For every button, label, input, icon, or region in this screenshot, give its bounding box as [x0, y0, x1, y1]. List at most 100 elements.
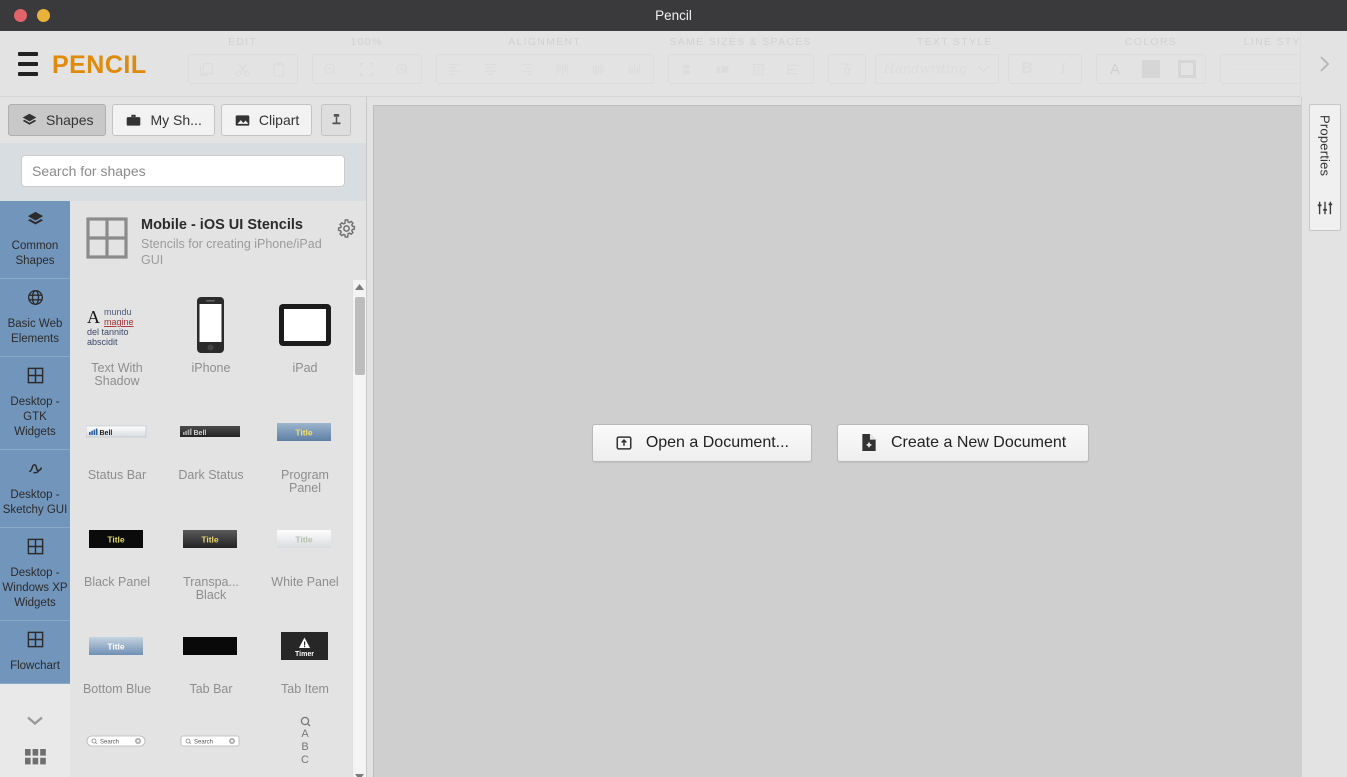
briefcase-icon [125, 112, 142, 129]
category-item-flowchart[interactable]: Flowchart [0, 621, 70, 684]
category-item-basic-web-elements[interactable]: Basic Web Elements [0, 279, 70, 357]
shape-thumbnail: Title [183, 508, 239, 570]
italic-button[interactable]: I [1045, 55, 1081, 83]
shape-item-bottom-blue[interactable]: Title Bottom Blue [70, 607, 164, 702]
italic-label: I [1060, 60, 1066, 77]
scrollbar-thumb[interactable] [355, 297, 365, 375]
shape-item-ipad[interactable]: iPad [258, 286, 352, 393]
align-center-button[interactable] [473, 55, 509, 83]
category-item-desktop-sketchy-gui[interactable]: Desktop - Sketchy GUI [0, 450, 70, 528]
start-actions: Open a Document... Create a New Document [591, 423, 1090, 462]
globe-icon [2, 288, 68, 312]
svg-text:Search: Search [194, 739, 213, 745]
shape-thumbnail [183, 615, 239, 677]
gear-icon[interactable] [337, 217, 356, 243]
shape-label: Tab Bar [189, 682, 233, 696]
open-document-button[interactable]: Open a Document... [591, 423, 812, 462]
chevron-down-icon [977, 62, 990, 77]
bold-label: B [1021, 60, 1033, 77]
align-top-button[interactable] [545, 55, 581, 83]
scrollbar-track[interactable] [353, 293, 366, 771]
pin-icon[interactable] [321, 104, 352, 136]
zoom-in-button[interactable] [385, 55, 421, 83]
fill-color-button[interactable] [1133, 55, 1169, 83]
collection-body: Common Shapes Basic Web Elements Desktop… [0, 201, 366, 777]
text-color-button[interactable]: A [1097, 55, 1133, 83]
shape-thumbnail: Title [89, 615, 145, 677]
align-bottom-button[interactable] [617, 55, 653, 83]
shape-item-tab-item[interactable]: Timer Tab Item [258, 607, 352, 702]
font-family-select[interactable]: Handwriting [876, 55, 998, 83]
tab-my-shapes[interactable]: My Sh... [112, 104, 215, 136]
svg-text:Title: Title [107, 642, 125, 652]
toolbar-expand-button[interactable] [1300, 31, 1347, 97]
shape-item-search-field-rounded[interactable]: Search [70, 702, 164, 777]
distribute-vertical-button[interactable] [777, 55, 813, 83]
copy-button[interactable] [189, 55, 225, 83]
svg-text:Title: Title [295, 428, 313, 438]
svg-text:C: C [301, 754, 309, 766]
group-label-text-style: TEXT STYLE [916, 36, 993, 48]
layers-icon [21, 112, 38, 129]
distribute-horizontal-button[interactable] [741, 55, 777, 83]
pencil-application: Pencil PENCIL EDIT 100% ALIGNMENT SAME S… [0, 0, 1347, 777]
align-middle-button[interactable] [581, 55, 617, 83]
paint-format-icon[interactable] [829, 55, 865, 83]
shape-item-transparent-black[interactable]: Title Transpa... Black [164, 500, 258, 607]
window-title: Pencil [655, 8, 692, 23]
category-item-desktop-gtk-widgets[interactable]: Desktop - GTK Widgets [0, 357, 70, 450]
grid-apps-icon[interactable] [24, 748, 46, 770]
align-right-button[interactable] [509, 55, 545, 83]
category-label: Flowchart [10, 660, 60, 672]
scroll-down-arrow-icon[interactable] [355, 771, 364, 777]
create-new-document-button[interactable]: Create a New Document [837, 423, 1090, 462]
shape-item-index-list[interactable]: A B C [258, 702, 352, 777]
shape-item-tab-bar[interactable]: Tab Bar [164, 607, 258, 702]
tab-clipart[interactable]: Clipart [220, 104, 313, 136]
svg-text:mundu: mundu [104, 307, 132, 317]
shape-item-program-panel[interactable]: Title Program Panel [258, 393, 352, 500]
same-height-button[interactable] [669, 55, 705, 83]
zoom-fit-button[interactable] [349, 55, 385, 83]
shape-label: Bottom Blue [82, 682, 152, 696]
search-input[interactable] [21, 155, 345, 187]
tab-shapes-label: Shapes [46, 112, 94, 128]
properties-panel-tab[interactable]: Properties [1309, 104, 1341, 231]
shape-item-text-with-shadow[interactable]: A mundu magine del tannito abscidit Text… [70, 286, 164, 393]
app-body: Shapes My Sh... Clipart Search for shape… [0, 97, 1347, 777]
collection-header: Mobile - iOS UI Stencils Stencils for cr… [70, 201, 366, 280]
shape-list-scrollbar[interactable] [352, 280, 366, 777]
shape-item-white-panel[interactable]: Title White Panel [258, 500, 352, 607]
category-rail-footer [0, 710, 70, 777]
cut-button[interactable] [225, 55, 261, 83]
tab-shapes[interactable]: Shapes [8, 104, 107, 136]
same-width-button[interactable] [705, 55, 741, 83]
filled-square-icon [1142, 60, 1160, 78]
canvas-area: Open a Document... Create a New Document [367, 97, 1347, 777]
hamburger-icon[interactable] [18, 52, 38, 76]
shape-item-search-field-square[interactable]: Search [164, 702, 258, 777]
shape-label: White Panel [271, 575, 339, 589]
chevron-down-icon[interactable] [25, 711, 45, 731]
tab-clipart-label: Clipart [258, 112, 300, 128]
paste-button[interactable] [261, 55, 297, 83]
shape-item-black-panel[interactable]: Title Black Panel [70, 500, 164, 607]
group-label-zoom: 100% [350, 36, 383, 48]
svg-text:Title: Title [107, 535, 125, 545]
grid-icon [2, 537, 68, 561]
zoom-out-button[interactable] [313, 55, 349, 83]
toolbar-group-same-sizes: SAME SIZES & SPACES [661, 36, 821, 96]
shape-item-status-bar[interactable]: Bell Status Bar [70, 393, 164, 500]
align-left-button[interactable] [437, 55, 473, 83]
document-canvas[interactable]: Open a Document... Create a New Document [373, 105, 1307, 777]
scroll-up-arrow-icon[interactable] [355, 280, 364, 293]
shape-item-dark-status[interactable]: Bell Dark Status [164, 393, 258, 500]
bold-button[interactable]: B [1009, 55, 1045, 83]
category-item-common-shapes[interactable]: Common Shapes [0, 201, 70, 279]
stroke-color-button[interactable] [1169, 55, 1205, 83]
shape-item-iphone[interactable]: iPhone [164, 286, 258, 393]
layers-icon [2, 210, 68, 234]
shape-thumbnail: Search [180, 710, 242, 772]
category-item-desktop-windows-xp-widgets[interactable]: Desktop - Windows XP Widgets [0, 528, 70, 621]
collection-title: Mobile - iOS UI Stencils [141, 217, 303, 233]
